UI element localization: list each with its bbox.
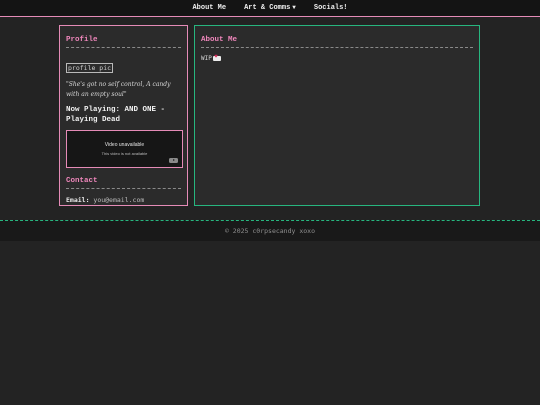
video-unavailable-title: Video unavailable xyxy=(104,142,145,148)
nav-about-me[interactable]: About Me xyxy=(183,4,235,12)
nav-art-comms[interactable]: Art & Comms ▼ xyxy=(235,4,305,12)
contact-email: Email: you@email.com xyxy=(66,196,181,204)
profile-heading: Profile xyxy=(66,36,181,48)
wip-note: WIP xyxy=(201,54,473,62)
contact-email-value[interactable]: you@email.com xyxy=(93,196,144,204)
about-me-heading: About Me xyxy=(201,36,473,48)
contact-email-label: Email: xyxy=(66,196,90,204)
profile-quote: "She's got no self control, A candy with… xyxy=(66,81,171,98)
contact-heading: Contact xyxy=(66,177,181,189)
profile-sidebar: Profile profile pic "She's got no self c… xyxy=(59,25,188,206)
footer-copyright: © 2025 c0rpsecandy xoxo xyxy=(224,227,315,235)
youtube-embed[interactable]: Video unavailable This video is not avai… xyxy=(66,130,183,168)
profile-pic-image: profile pic xyxy=(66,63,114,73)
nav-art-comms-label: Art & Comms xyxy=(244,4,291,12)
top-nav: About Me Art & Comms ▼ Socials! xyxy=(0,0,540,17)
video-unavailable-subtitle: This video is not available xyxy=(101,151,148,156)
footer: © 2025 c0rpsecandy xoxo xyxy=(0,220,540,241)
youtube-icon[interactable] xyxy=(169,158,178,163)
heart-icon xyxy=(212,54,221,61)
wip-text: WIP xyxy=(201,55,212,62)
chevron-down-icon: ▼ xyxy=(292,4,296,11)
now-playing-label: Now Playing: AND ONE - Playing Dead xyxy=(66,106,166,124)
about-me-panel: About Me WIP xyxy=(194,25,480,206)
nav-socials[interactable]: Socials! xyxy=(305,4,357,12)
